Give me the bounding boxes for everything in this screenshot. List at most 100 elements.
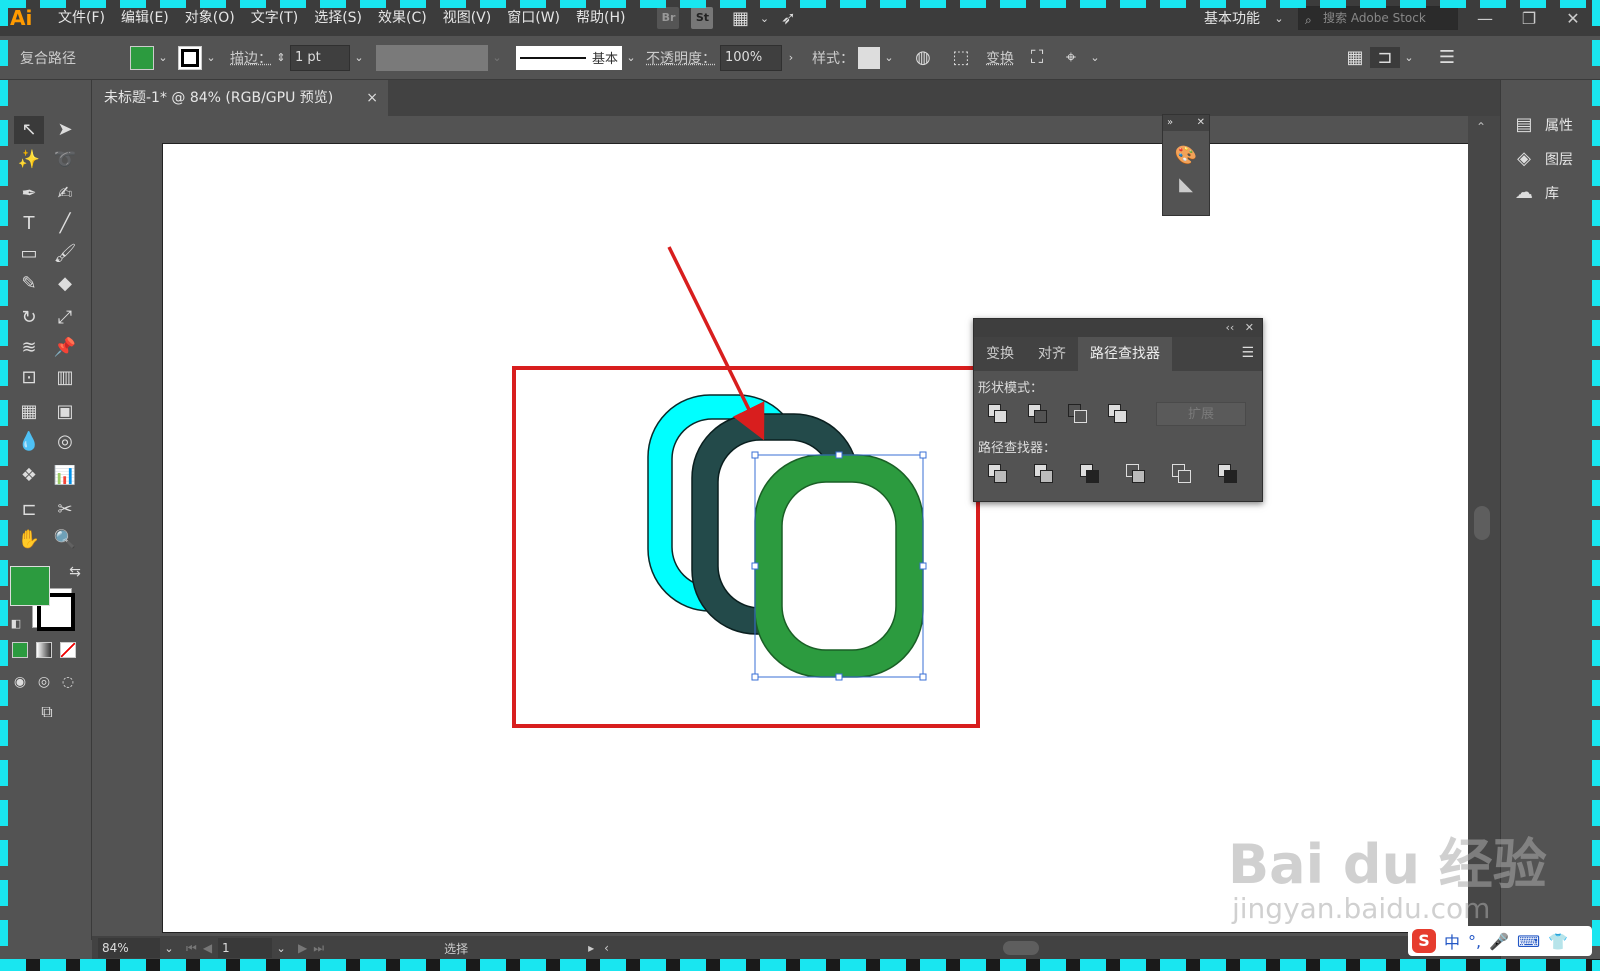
vertical-scroll-thumb[interactable] bbox=[1474, 506, 1490, 540]
horizontal-scrollbar[interactable] bbox=[619, 941, 1359, 955]
last-artboard-icon[interactable]: ⏭ bbox=[313, 941, 324, 956]
stroke-stepper-icon[interactable]: ⇕ bbox=[272, 51, 290, 64]
panel-menu-icon[interactable]: ☰ bbox=[1241, 345, 1254, 361]
pen-tool-icon[interactable]: ✒ bbox=[14, 180, 44, 208]
chevron-right-icon[interactable]: › bbox=[782, 51, 800, 64]
keyboard-icon[interactable]: ⌨ bbox=[1517, 932, 1540, 951]
expand-button[interactable]: 扩展 bbox=[1156, 402, 1246, 426]
select-similar-icon[interactable]: ⌖ bbox=[1056, 47, 1086, 68]
opacity-label[interactable]: 不透明度： bbox=[646, 48, 716, 68]
tab-pathfinder[interactable]: 路径查找器 bbox=[1078, 337, 1172, 371]
magic-wand-tool-icon[interactable]: ✨ bbox=[14, 146, 44, 174]
chevron-down-icon[interactable]: ⌄ bbox=[755, 12, 773, 25]
arrange-documents-icon[interactable]: ▦ bbox=[725, 8, 755, 29]
chevron-down-icon[interactable]: ⌄ bbox=[154, 51, 172, 64]
perspective-grid-tool-icon[interactable]: ▥ bbox=[50, 364, 80, 392]
stroke-label[interactable]: 描边： bbox=[230, 48, 272, 68]
zoom-field[interactable]: 84% bbox=[98, 938, 160, 958]
type-tool-icon[interactable]: T bbox=[14, 210, 44, 238]
document-tab[interactable]: 未标题-1* @ 84% (RGB/GPU 预览) × bbox=[92, 80, 388, 116]
minus-front-button[interactable] bbox=[1028, 404, 1048, 424]
scroll-up-icon[interactable]: ⌃ bbox=[1476, 120, 1486, 134]
chevron-down-icon[interactable]: ⌄ bbox=[1270, 12, 1288, 25]
next-artboard-icon[interactable]: ▶ bbox=[298, 941, 307, 955]
eraser-tool-icon[interactable]: ◆ bbox=[50, 270, 80, 298]
blend-tool-icon[interactable]: ◎ bbox=[50, 428, 80, 456]
divide-button[interactable] bbox=[988, 464, 1008, 484]
chevron-down-icon[interactable]: ⌄ bbox=[880, 51, 898, 64]
graphic-style-swatch[interactable] bbox=[858, 46, 880, 69]
draw-normal-icon[interactable]: ◉ bbox=[8, 668, 32, 696]
curvature-tool-icon[interactable]: ✍ bbox=[50, 180, 80, 208]
tab-transform[interactable]: 变换 bbox=[974, 337, 1026, 371]
chevron-down-icon[interactable]: ⌄ bbox=[272, 942, 290, 955]
scale-tool-icon[interactable]: ⤢ bbox=[50, 304, 80, 332]
close-icon[interactable]: ✕ bbox=[1197, 115, 1205, 131]
puppet-warp-tool-icon[interactable]: 📌 bbox=[50, 334, 80, 362]
control-menu-icon[interactable]: ☰ bbox=[1432, 47, 1462, 68]
ime-toolbar[interactable]: S 中 °, 🎤 ⌨ 👕 bbox=[1408, 926, 1592, 956]
merge-button[interactable] bbox=[1080, 464, 1100, 484]
symbol-sprayer-tool-icon[interactable]: ❖ bbox=[14, 462, 44, 490]
libraries-panel-button[interactable]: ☁ 库 bbox=[1513, 178, 1559, 208]
previous-artboard-icon[interactable]: ◀ bbox=[203, 941, 212, 955]
arrange-panels-icon[interactable]: ▦ bbox=[1340, 47, 1370, 68]
none-mode-button[interactable] bbox=[60, 642, 76, 658]
scroll-left-icon[interactable]: ‹ bbox=[604, 941, 609, 955]
hand-tool-icon[interactable]: ✋ bbox=[14, 526, 44, 554]
stock-search-input[interactable]: ⌕ 搜索 Adobe Stock bbox=[1298, 6, 1458, 30]
color-mode-button[interactable] bbox=[12, 642, 28, 658]
workspace-switcher[interactable]: 基本功能 bbox=[1204, 8, 1260, 28]
rotate-tool-icon[interactable]: ↻ bbox=[14, 304, 44, 332]
artboard-number-field[interactable]: 1 bbox=[218, 938, 273, 958]
warp-tool-icon[interactable]: ≋ bbox=[14, 334, 44, 362]
free-transform-tool-icon[interactable]: ⊡ bbox=[14, 364, 44, 392]
chevron-down-icon[interactable]: ⌄ bbox=[350, 51, 368, 64]
column-graph-tool-icon[interactable]: 📊 bbox=[50, 462, 80, 490]
vertical-scrollbar[interactable]: ⌃ bbox=[1468, 116, 1500, 936]
chevron-down-icon[interactable]: ⌄ bbox=[1086, 51, 1104, 64]
align-to-icon[interactable]: ⬚ bbox=[946, 47, 976, 68]
paintbrush-tool-icon[interactable]: 🖌 bbox=[50, 240, 80, 268]
line-tool-icon[interactable]: ╱ bbox=[50, 210, 80, 238]
bridge-button[interactable]: Br bbox=[657, 7, 680, 29]
skin-icon[interactable]: 👕 bbox=[1548, 932, 1568, 951]
minus-back-button[interactable] bbox=[1218, 464, 1238, 484]
close-icon[interactable]: × bbox=[366, 80, 378, 116]
slice-tool-icon[interactable]: ✂ bbox=[50, 496, 80, 524]
fill-color-box[interactable] bbox=[10, 566, 50, 606]
zoom-tool-icon[interactable]: 🔍 bbox=[50, 526, 80, 554]
outline-button[interactable] bbox=[1172, 464, 1192, 484]
draw-behind-icon[interactable]: ◎ bbox=[32, 668, 56, 696]
restore-icon[interactable]: ❐ bbox=[1512, 9, 1546, 28]
color-guide-icon[interactable]: 🎨 bbox=[1163, 145, 1209, 166]
selection-tool-icon[interactable]: ↖ bbox=[14, 116, 44, 144]
chevron-down-icon[interactable]: ⌄ bbox=[202, 51, 220, 64]
shaper-tool-icon[interactable]: ✎ bbox=[14, 270, 44, 298]
tab-align[interactable]: 对齐 bbox=[1026, 337, 1078, 371]
gradient-mode-button[interactable] bbox=[36, 642, 52, 658]
exclude-button[interactable] bbox=[1108, 404, 1128, 424]
isolate-group-icon[interactable]: ⛶ bbox=[1022, 47, 1052, 68]
chevron-down-icon[interactable]: ⌄ bbox=[622, 51, 640, 64]
minimize-icon[interactable]: — bbox=[1468, 9, 1502, 28]
transform-label[interactable]: 变换 bbox=[986, 48, 1014, 68]
horizontal-scroll-thumb[interactable] bbox=[1002, 941, 1039, 955]
intersect-button[interactable] bbox=[1068, 404, 1088, 424]
close-icon[interactable]: ✕ bbox=[1556, 9, 1590, 28]
ime-language[interactable]: 中 bbox=[1444, 929, 1460, 953]
gradient-tool-icon[interactable]: ▣ bbox=[50, 398, 80, 426]
status-menu-icon[interactable]: ▸ bbox=[588, 941, 594, 955]
gradient-panel-icon[interactable]: ◣ bbox=[1163, 174, 1209, 195]
brush-definition[interactable]: 基本 bbox=[516, 45, 622, 70]
artboard-tool-icon[interactable]: ⊏ bbox=[14, 496, 44, 524]
artboard[interactable] bbox=[162, 143, 1480, 933]
first-artboard-icon[interactable]: ⏮ bbox=[186, 941, 197, 956]
properties-panel-button[interactable]: ▤ 属性 bbox=[1513, 110, 1573, 140]
microphone-icon[interactable]: 🎤 bbox=[1489, 932, 1509, 951]
recolor-artwork-icon[interactable]: ◍ bbox=[908, 47, 938, 68]
expand-icon[interactable]: » bbox=[1167, 115, 1173, 131]
crop-button[interactable] bbox=[1126, 464, 1146, 484]
screen-mode-icon[interactable]: ⧉ bbox=[32, 698, 62, 726]
swap-fill-stroke-icon[interactable]: ⇆ bbox=[60, 558, 90, 586]
